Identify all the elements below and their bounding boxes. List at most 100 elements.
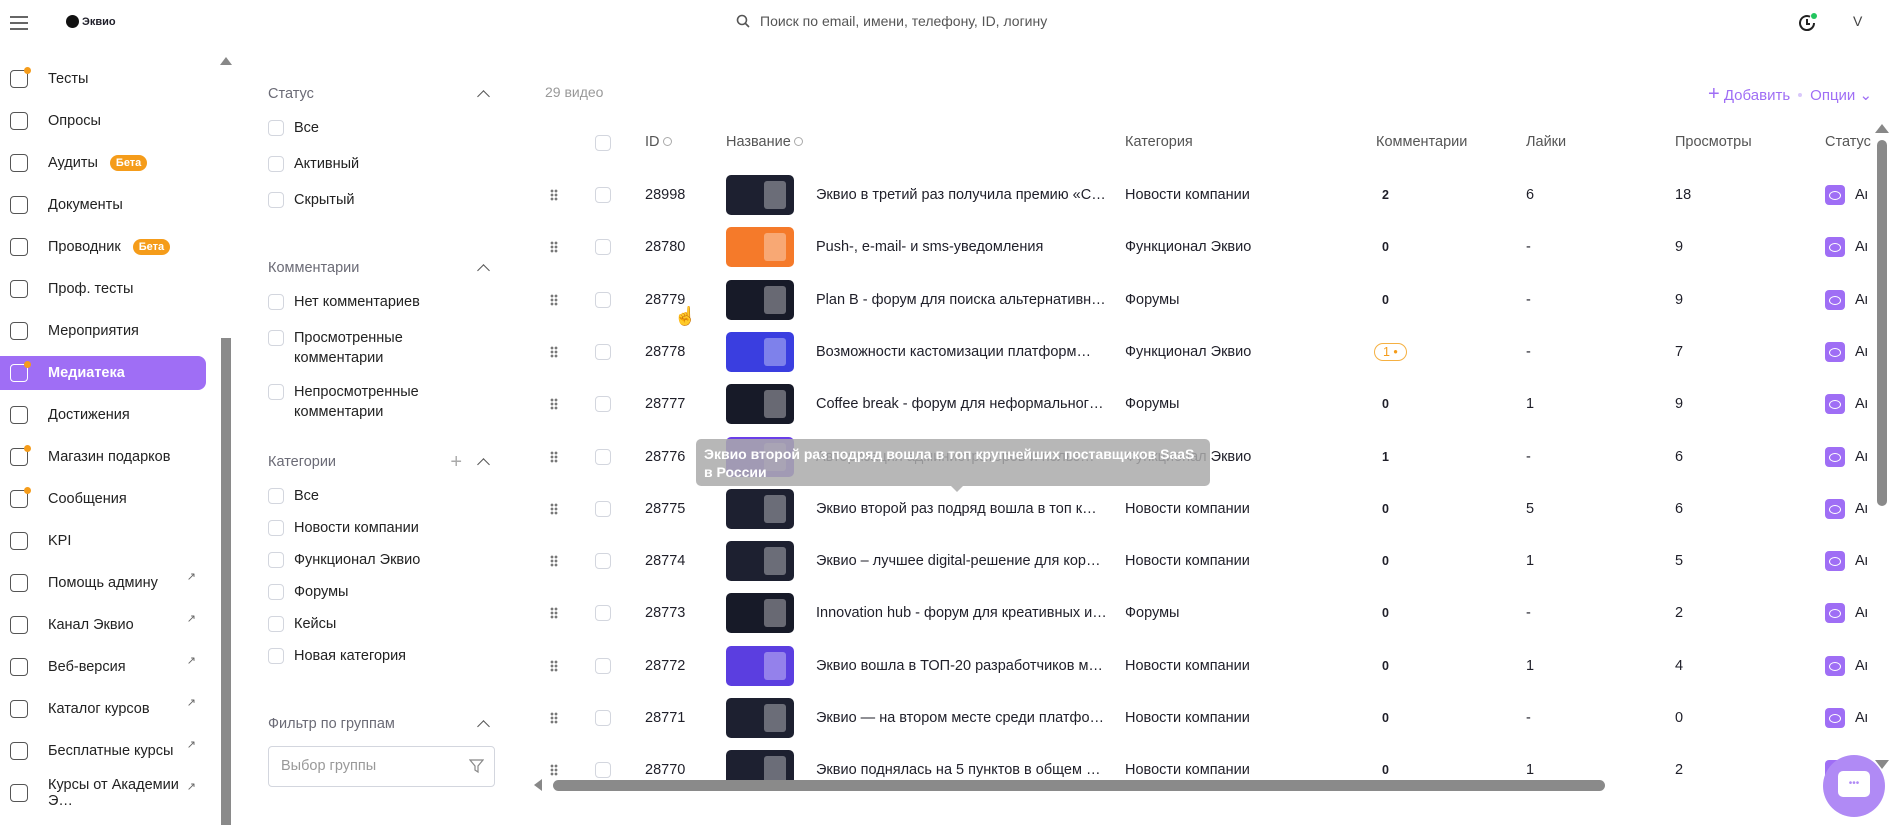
column-views[interactable]: Просмотры [1675, 134, 1752, 150]
sidebar-item-16[interactable]: Бесплатные курсы ↗ [0, 734, 206, 768]
checkbox[interactable] [268, 156, 284, 172]
user-avatar[interactable]: V [1853, 13, 1862, 29]
filter-option[interactable]: Новости компании [268, 518, 496, 538]
row-checkbox[interactable] [595, 396, 611, 413]
group-select-input[interactable]: Выбор группы [268, 746, 495, 787]
search-icon[interactable] [793, 137, 803, 146]
row-title[interactable]: Plan B - форум для поиска альтернативн… [816, 292, 1106, 308]
chevron-up-icon[interactable] [477, 458, 490, 471]
filter-option[interactable]: Функционал Эквио [268, 550, 496, 570]
filter-option[interactable]: Просмотренные комментарии [268, 328, 438, 368]
sidebar-item-2[interactable]: Аудиты Бета [0, 146, 206, 180]
horizontal-scrollbar[interactable] [553, 780, 1605, 791]
checkbox[interactable] [268, 616, 284, 632]
eye-icon[interactable] [1825, 551, 1845, 572]
video-thumbnail[interactable] [726, 279, 794, 320]
filter-comments-header[interactable]: Комментарии [268, 260, 496, 277]
filter-option[interactable]: Кейсы [268, 614, 496, 634]
eye-icon[interactable] [1825, 185, 1845, 205]
sidebar-item-17[interactable]: Курсы от Академии Э… ↗ [0, 776, 206, 810]
column-status[interactable]: Статус [1825, 134, 1871, 150]
column-name[interactable]: Название [726, 134, 803, 150]
column-likes[interactable]: Лайки [1526, 134, 1566, 150]
row-checkbox[interactable] [595, 710, 611, 726]
row-checkbox[interactable] [595, 187, 611, 203]
filter-option[interactable]: Новая категория [268, 646, 496, 666]
table-row[interactable]: 28778 Возможности кастомизации платформ…… [540, 326, 1880, 378]
filter-groups-header[interactable]: Фильтр по группам [268, 716, 496, 733]
chevron-up-icon[interactable] [477, 720, 490, 733]
row-checkbox[interactable] [595, 239, 611, 256]
sidebar-item-14[interactable]: Веб-версия ↗ [0, 650, 206, 684]
search-input[interactable]: Поиск по email, имени, телефону, ID, лог… [736, 13, 1047, 29]
checkbox[interactable] [268, 330, 284, 346]
drag-handle-icon[interactable] [550, 189, 558, 201]
video-thumbnail[interactable] [726, 541, 794, 582]
eye-icon[interactable] [1825, 603, 1845, 624]
drag-handle-icon[interactable] [550, 293, 558, 306]
row-title[interactable]: Эквио поднялась на 5 пунктов в общем … [816, 762, 1100, 778]
column-id[interactable]: ID [645, 134, 672, 150]
checkbox[interactable] [268, 648, 284, 664]
table-row[interactable]: 28777 Coffee break - форум для неформаль… [540, 378, 1880, 430]
vertical-scrollbar[interactable] [1877, 140, 1887, 506]
options-button[interactable]: Опции ⌄ [1810, 86, 1872, 104]
drag-handle-icon[interactable] [550, 450, 558, 463]
video-thumbnail[interactable] [726, 331, 794, 372]
drag-handle-icon[interactable] [550, 764, 558, 777]
eye-icon[interactable] [1825, 708, 1845, 728]
column-comments[interactable]: Комментарии [1376, 134, 1467, 150]
eye-icon[interactable] [1825, 394, 1845, 415]
row-title[interactable]: Возможности кастомизации платформ… [816, 344, 1091, 360]
table-row[interactable]: 28779 Plan B - форум для поиска альтерна… [540, 274, 1880, 326]
filter-status-header[interactable]: Статус [268, 86, 496, 103]
filter-option[interactable]: Все [268, 118, 496, 138]
video-thumbnail[interactable] [726, 488, 794, 529]
sidebar-item-10[interactable]: Сообщения [0, 482, 206, 516]
row-checkbox[interactable] [595, 448, 611, 465]
video-thumbnail[interactable] [726, 175, 794, 215]
video-thumbnail[interactable] [726, 698, 794, 738]
sidebar-item-5[interactable]: Проф. тесты [0, 272, 206, 306]
eye-icon[interactable] [1825, 498, 1845, 519]
search-icon[interactable] [662, 137, 672, 146]
checkbox[interactable] [268, 294, 284, 310]
chat-button[interactable] [1823, 755, 1885, 817]
filter-option[interactable]: Непросмотренные комментарии [268, 382, 438, 422]
filter-option[interactable]: Все [268, 486, 496, 506]
drag-handle-icon[interactable] [550, 712, 558, 724]
sidebar-item-15[interactable]: Каталог курсов ↗ [0, 692, 206, 726]
checkbox[interactable] [268, 120, 284, 136]
row-title[interactable]: Эквио в третий раз получила премию «С… [816, 187, 1106, 203]
table-row[interactable]: 28774 Эквио – лучшее digital-решение для… [540, 535, 1880, 587]
eye-icon[interactable] [1825, 341, 1845, 362]
row-title[interactable]: Эквио вошла в ТОП-20 разработчиков м… [816, 658, 1103, 674]
filter-option[interactable]: Скрытый [268, 190, 496, 210]
select-all-checkbox[interactable] [595, 135, 611, 151]
sidebar-item-0[interactable]: Тесты [0, 62, 206, 96]
add-button[interactable]: + Добавить [1708, 83, 1790, 106]
sidebar-item-12[interactable]: Помощь админу ↗ [0, 566, 206, 600]
row-title[interactable]: Push-, e-mail- и sms-уведомления [816, 239, 1043, 255]
sidebar-item-11[interactable]: KPI [0, 524, 206, 558]
filter-option[interactable]: Активный [268, 154, 496, 174]
sidebar-item-3[interactable]: Документы [0, 188, 206, 222]
scroll-up-arrow[interactable] [1875, 124, 1889, 133]
sidebar-item-13[interactable]: Канал Эквио ↗ [0, 608, 206, 642]
filter-option[interactable]: Нет комментариев [268, 292, 496, 312]
drag-handle-icon[interactable] [550, 555, 558, 568]
drag-handle-icon[interactable] [550, 659, 558, 672]
sidebar-item-9[interactable]: Магазин подарков [0, 440, 206, 474]
row-checkbox[interactable] [595, 500, 611, 517]
row-title[interactable]: Эквио – лучшее digital-решение для кор… [816, 553, 1101, 569]
chevron-up-icon[interactable] [477, 264, 490, 277]
drag-handle-icon[interactable] [550, 607, 558, 620]
menu-icon[interactable] [10, 16, 28, 30]
table-row[interactable]: 28771 Эквио — на втором месте среди плат… [540, 692, 1880, 744]
row-checkbox[interactable] [595, 657, 611, 674]
filter-option[interactable]: Форумы [268, 582, 496, 602]
sidebar-item-6[interactable]: Мероприятия [0, 314, 206, 348]
drag-handle-icon[interactable] [550, 398, 558, 411]
row-checkbox[interactable] [595, 762, 611, 779]
history-icon[interactable] [1797, 12, 1819, 34]
